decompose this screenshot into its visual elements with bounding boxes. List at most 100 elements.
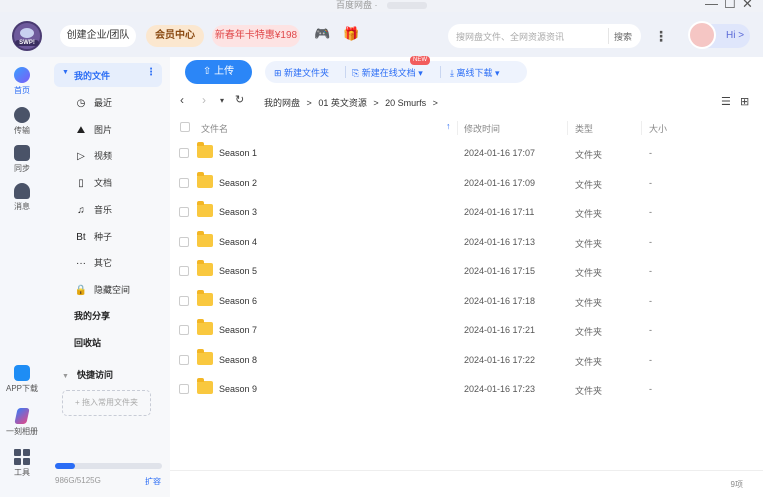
- table-row[interactable]: Season 2 2024-01-16 17:09 文件夹 -: [170, 169, 763, 199]
- table-row[interactable]: Season 1 2024-01-16 17:07 文件夹 -: [170, 139, 763, 169]
- grid-view-icon[interactable]: ⊞: [740, 96, 749, 108]
- rail-home[interactable]: 首页: [0, 67, 44, 96]
- file-modified: 2024-01-16 17:18: [464, 295, 536, 306]
- forward-arrow-icon[interactable]: ›: [202, 93, 206, 107]
- sidebar-item[interactable]: Bt 种子: [74, 230, 112, 243]
- search-box[interactable]: 搜网盘文件、全网资源资讯 搜索: [448, 24, 641, 48]
- offline-download-button[interactable]: ⤓ 离线下载 ▾: [450, 66, 500, 79]
- rail-kuai-album[interactable]: 一刻相册: [0, 408, 44, 437]
- folder-icon: [197, 348, 213, 365]
- avatar-label: SWP!: [15, 40, 39, 46]
- column-modified[interactable]: 修改时间: [464, 122, 500, 135]
- column-type[interactable]: 类型: [575, 122, 593, 135]
- sidebar-item-icon: 🔒: [74, 284, 88, 296]
- row-checkbox[interactable]: [179, 177, 189, 188]
- row-checkbox[interactable]: [179, 266, 189, 276]
- table-row[interactable]: Season 7 2024-01-16 17:21 文件夹 -: [170, 316, 763, 346]
- file-name[interactable]: Season 5: [219, 266, 257, 276]
- breadcrumb-item[interactable]: 01 英文资源: [318, 98, 367, 108]
- column-size[interactable]: 大小: [649, 122, 667, 135]
- select-all-checkbox[interactable]: [180, 122, 190, 132]
- sidebar-item[interactable]: ··· 其它: [74, 256, 112, 269]
- file-name[interactable]: Season 6: [219, 296, 257, 306]
- file-name[interactable]: Season 1: [219, 148, 257, 158]
- history-dropdown-icon[interactable]: ▾: [220, 96, 224, 105]
- message-person-icon: [14, 183, 30, 199]
- breadcrumb-item[interactable]: 我的网盘: [264, 98, 300, 108]
- file-size: -: [649, 266, 652, 276]
- back-arrow-icon[interactable]: ‹: [180, 93, 184, 107]
- table-row[interactable]: Season 3 2024-01-16 17:11 文件夹 -: [170, 198, 763, 228]
- sidebar-item[interactable]: ▷ 视频: [74, 149, 112, 162]
- file-name[interactable]: Season 9: [219, 384, 257, 394]
- top-header: SWP! 创建企业/团队 会员中心 新春年卡特惠¥198 🎮 🎁 搜网盘文件、全…: [0, 12, 763, 57]
- rail-tools[interactable]: 工具: [0, 449, 44, 478]
- sidebar-item[interactable]: ◷ 最近: [74, 96, 112, 109]
- sidebar-quick-access[interactable]: ▼ 快捷访问: [62, 368, 113, 381]
- rail-message-label: 消息: [14, 202, 30, 211]
- file-name[interactable]: Season 7: [219, 325, 257, 335]
- table-row[interactable]: Season 4 2024-01-16 17:13 文件夹 -: [170, 228, 763, 258]
- row-checkbox[interactable]: [179, 325, 189, 335]
- rail-sync[interactable]: 同步: [0, 145, 44, 174]
- sidebar-item[interactable]: ♫ 音乐: [74, 203, 112, 216]
- gift-icon[interactable]: 🎁: [343, 26, 359, 42]
- sidebar-my-share[interactable]: 我的分享: [74, 309, 110, 322]
- sync-icon: [14, 145, 30, 161]
- search-input[interactable]: 搜网盘文件、全网资源资讯: [456, 30, 564, 43]
- upload-icon: ⇧: [202, 66, 215, 77]
- profile-greeting-button[interactable]: Hi >: [688, 21, 750, 49]
- upload-button[interactable]: ⇧ 上传: [185, 60, 252, 84]
- rail-transfer[interactable]: 传输: [0, 107, 44, 136]
- vip-center-button[interactable]: 会员中心: [146, 25, 204, 47]
- column-name[interactable]: 文件名: [201, 122, 228, 135]
- file-name[interactable]: Season 8: [219, 355, 257, 365]
- game-controller-icon[interactable]: 🎮: [314, 26, 330, 42]
- expand-storage-link[interactable]: 扩容: [145, 476, 161, 487]
- album-icon: [14, 408, 30, 424]
- sidebar-item[interactable]: ▯ 文档: [74, 176, 112, 189]
- new-doc-button[interactable]: ⎘ 新建在线文档 ▾: [352, 66, 423, 79]
- row-checkbox[interactable]: [179, 384, 189, 394]
- breadcrumb-item[interactable]: 20 Smurfs: [385, 98, 426, 108]
- expand-arrow-icon[interactable]: ▼: [62, 69, 69, 76]
- search-button[interactable]: 搜索: [614, 30, 632, 43]
- file-name[interactable]: Season 4: [219, 237, 257, 247]
- new-folder-button[interactable]: ⊞ 新建文件夹: [274, 66, 329, 79]
- storage-bar: [55, 463, 162, 469]
- sort-list-icon[interactable]: ☰: [721, 96, 731, 108]
- row-checkbox[interactable]: [179, 236, 189, 247]
- row-checkbox[interactable]: [179, 148, 189, 158]
- table-row[interactable]: Season 8 2024-01-16 17:22 文件夹 -: [170, 346, 763, 376]
- file-modified: 2024-01-16 17:23: [464, 384, 536, 394]
- row-checkbox[interactable]: [179, 207, 189, 217]
- sidebar-my-files[interactable]: ▼ 我的文件 ⋮: [54, 63, 162, 87]
- new-doc-label: 新建在线文档: [361, 68, 416, 78]
- sidebar-item[interactable]: 🔒 隐藏空间: [74, 283, 130, 296]
- file-name[interactable]: Season 3: [219, 207, 257, 217]
- more-menu-icon[interactable]: ⋮: [652, 25, 670, 47]
- row-checkbox[interactable]: [179, 354, 189, 365]
- sidebar-item[interactable]: ⛰ 图片: [74, 123, 112, 136]
- create-team-button[interactable]: 创建企业/团队: [60, 25, 136, 47]
- table-row[interactable]: Season 5 2024-01-16 17:15 文件夹 -: [170, 257, 763, 287]
- promo-button[interactable]: 新春年卡特惠¥198: [212, 25, 300, 47]
- sort-up-icon[interactable]: ↑: [446, 121, 451, 131]
- user-avatar[interactable]: SWP!: [12, 21, 42, 51]
- more-dots-icon[interactable]: ⋮: [146, 67, 156, 78]
- sidebar-recycle-bin[interactable]: 回收站: [74, 336, 101, 349]
- close-button[interactable]: ✕: [742, 0, 753, 12]
- maximize-button[interactable]: ☐: [724, 0, 736, 12]
- rail-app-download[interactable]: APP下载: [0, 365, 44, 394]
- table-row[interactable]: Season 9 2024-01-16 17:23 文件夹 -: [170, 375, 763, 405]
- table-row[interactable]: Season 6 2024-01-16 17:18 文件夹 -: [170, 287, 763, 317]
- refresh-icon[interactable]: ↻: [235, 93, 244, 106]
- phone-icon: [14, 365, 30, 381]
- row-checkbox[interactable]: [179, 295, 189, 306]
- item-count: 9项: [730, 480, 743, 489]
- rail-message[interactable]: 消息: [0, 183, 44, 212]
- drop-folder-zone[interactable]: + 拖入常用文件夹: [62, 390, 151, 416]
- minimize-button[interactable]: —: [705, 0, 718, 11]
- toolbar-divider: [345, 66, 346, 78]
- file-name[interactable]: Season 2: [219, 178, 257, 188]
